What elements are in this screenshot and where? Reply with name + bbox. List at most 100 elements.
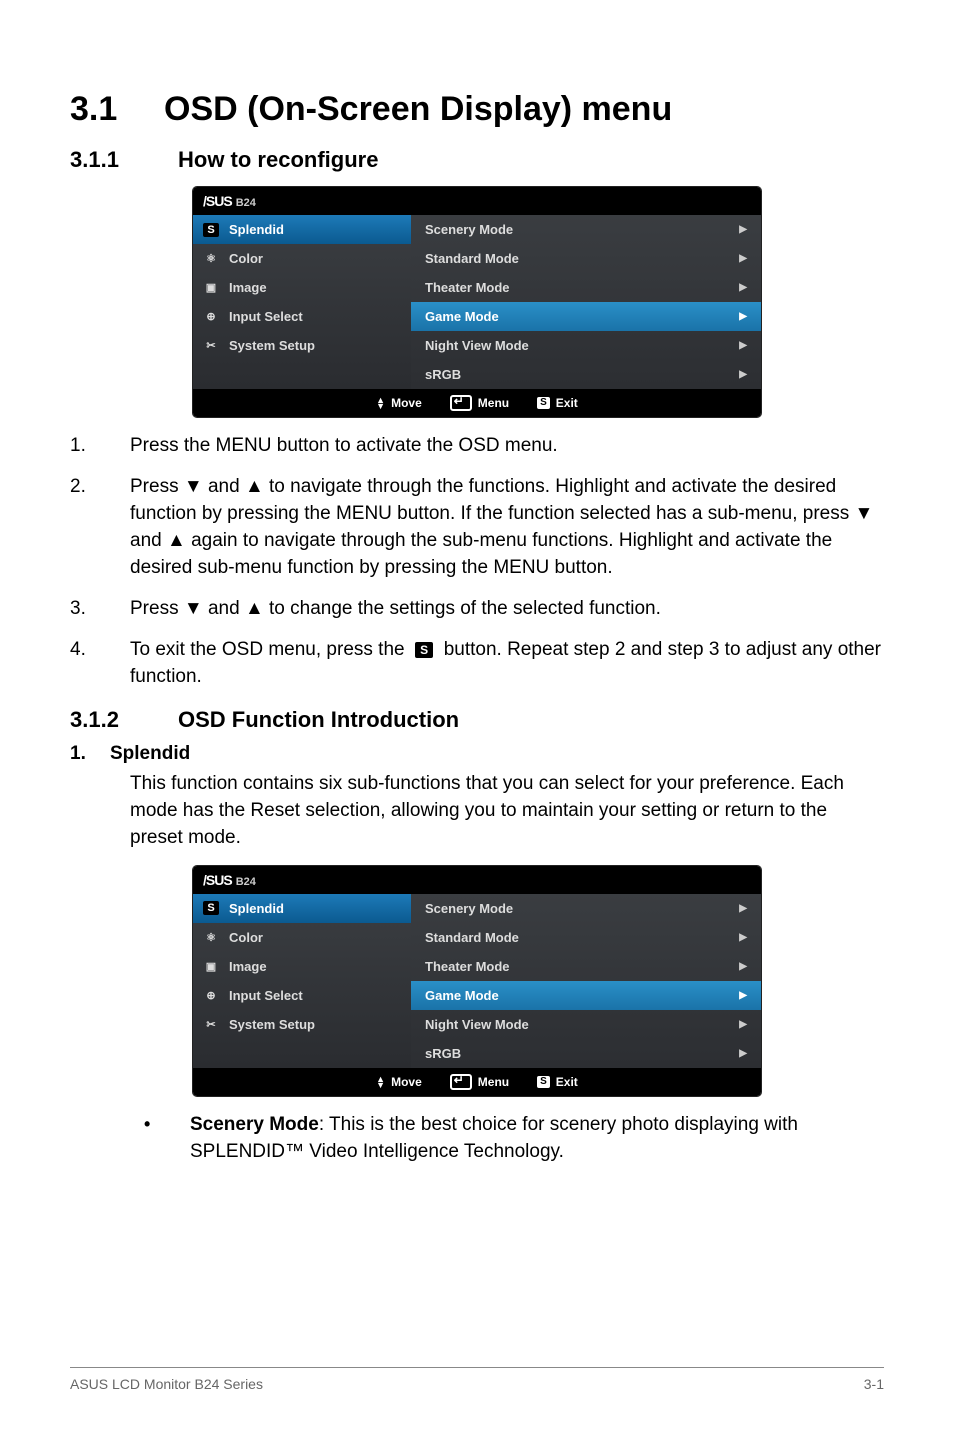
subsection-311-heading: 3.1.1How to reconfigure [70,147,884,173]
sidebar-item-label: Input Select [229,988,303,1003]
mode-label: Game Mode [425,309,499,324]
osd-hints: ▲▼Move Menu SExit [193,1068,761,1096]
step-4: 4. To exit the OSD menu, press the S but… [70,637,884,691]
osd-sidebar: SSplendid ⚛ Color ▣ Image ⊕ Input Select ✂S… [193,215,411,389]
osd-side-color[interactable]: ⚛ Color [193,923,411,952]
palette-icon: ⚛ [203,930,219,944]
osd-mode-night[interactable]: Night View Mode▶ [411,331,761,360]
tools-icon: ✂ [203,1017,219,1031]
chevron-right-icon: ▶ [739,311,747,322]
osd-screenshot-2: /SUS B24 S Splendid ⚛ Color ▣Image ⊕ Input … [193,866,761,1096]
chevron-right-icon: ▶ [739,1019,747,1030]
mode-label: Standard Mode [425,930,519,945]
mode-label: sRGB [425,1046,461,1061]
chevron-right-icon: ▶ [739,282,747,293]
hint-label: Move [391,396,422,410]
osd-side-system[interactable]: ✂ System Setup [193,1010,411,1039]
input-icon: ⊕ [203,988,219,1002]
step-number: 2. [70,474,130,501]
subsection-title: How to reconfigure [178,147,378,172]
image-icon: ▣ [203,281,219,295]
s-button-icon: S [537,397,550,409]
osd-mode-night[interactable]: Night View Mode ▶ [411,1010,761,1039]
section-heading: 3.1OSD (On-Screen Display) menu [70,90,884,129]
mode-label: Night View Mode [425,1017,529,1032]
step-text: Press ▼ and ▲ to change the settings of … [130,596,884,623]
osd-mode-standard[interactable]: Standard Mode ▶ [411,923,761,952]
sidebar-item-label: Color [229,930,263,945]
tools-icon: ✂ [203,339,219,353]
osd-mode-scenery[interactable]: Scenery Mode ▶ [411,894,761,923]
osd-side-system[interactable]: ✂System Setup [193,331,411,360]
mode-label: Standard Mode [425,251,519,266]
step-number: 4. [70,637,130,664]
chevron-right-icon: ▶ [739,1048,747,1059]
image-icon: ▣ [203,959,219,973]
hint-move: ▲▼Move [376,1075,422,1089]
osd-mode-game[interactable]: Game Mode ▶ [411,981,761,1010]
chevron-right-icon: ▶ [739,903,747,914]
chevron-right-icon: ▶ [739,990,747,1001]
down-arrow-icon: ▼ [184,474,203,501]
mode-label: Night View Mode [425,338,529,353]
osd-side-color[interactable]: ⚛ Color [193,244,411,273]
osd-main: Scenery Mode▶ Standard Mode ▶ Theater Mod… [411,215,761,389]
page-footer: ASUS LCD Monitor B24 Series 3-1 [70,1367,884,1392]
bullet-bold: Scenery Mode [190,1114,319,1135]
hint-label: Exit [556,1075,578,1089]
splendid-icon: S [203,901,219,915]
osd-side-image[interactable]: ▣Image [193,952,411,981]
osd-side-input[interactable]: ⊕ Input Select [193,302,411,331]
sidebar-item-label: Color [229,251,263,266]
step-3: 3. Press ▼ and ▲ to change the settings … [70,596,884,623]
subsection-312-heading: 3.1.2OSD Function Introduction [70,707,884,733]
osd-mode-srgb[interactable]: sRGB ▶ [411,1039,761,1068]
osd-model: B24 [236,197,256,209]
osd-model: B24 [236,876,256,888]
osd-mode-standard[interactable]: Standard Mode ▶ [411,244,761,273]
hint-label: Exit [556,396,578,410]
subsection-title: OSD Function Introduction [178,707,459,732]
asus-logo: /SUS [203,193,232,209]
bullet-scenery-mode: • Scenery Mode: This is the best choice … [70,1112,884,1166]
subsection-number: 3.1.2 [70,707,178,733]
sidebar-item-label: Input Select [229,309,303,324]
mode-label: Game Mode [425,988,499,1003]
chevron-right-icon: ▶ [739,961,747,972]
sidebar-item-label: System Setup [229,1017,315,1032]
section-title: OSD (On-Screen Display) menu [164,90,672,128]
enter-icon [450,395,472,411]
osd-mode-srgb[interactable]: sRGB▶ [411,360,761,389]
input-icon: ⊕ [203,310,219,324]
asus-logo: /SUS [203,872,232,888]
osd-mode-theater[interactable]: Theater Mode▶ [411,273,761,302]
item-1-heading: 1.Splendid [70,743,884,765]
chevron-right-icon: ▶ [739,932,747,943]
sidebar-item-label: Image [229,280,267,295]
item-number: 1. [70,743,110,765]
chevron-right-icon: ▶ [739,253,747,264]
osd-side-image[interactable]: ▣ Image [193,273,411,302]
step-1: 1. Press the MENU button to activate the… [70,433,884,460]
chevron-right-icon: ▶ [739,224,747,235]
down-arrow-icon: ▼ [855,501,874,528]
mode-label: Scenery Mode [425,901,513,916]
osd-titlebar: /SUS B24 [193,187,761,215]
bullet-text: Scenery Mode: This is the best choice fo… [190,1112,884,1166]
item-1-para: This function contains six sub-functions… [70,771,884,852]
down-arrow-icon: ▼ [184,596,203,623]
osd-side-splendid[interactable]: S Splendid [193,894,411,923]
up-arrow-icon: ▲ [245,596,264,623]
osd-mode-theater[interactable]: Theater Mode▶ [411,952,761,981]
subsection-number: 3.1.1 [70,147,178,173]
osd-mode-game[interactable]: Game Mode ▶ [411,302,761,331]
osd-side-input[interactable]: ⊕ Input Select [193,981,411,1010]
item-title: Splendid [110,743,190,764]
hint-label: Menu [478,1075,509,1089]
palette-icon: ⚛ [203,252,219,266]
sidebar-item-label: Splendid [229,901,284,916]
osd-mode-scenery[interactable]: Scenery Mode▶ [411,215,761,244]
chevron-right-icon: ▶ [739,369,747,380]
hint-menu: Menu [450,395,509,411]
osd-side-splendid[interactable]: SSplendid [193,215,411,244]
